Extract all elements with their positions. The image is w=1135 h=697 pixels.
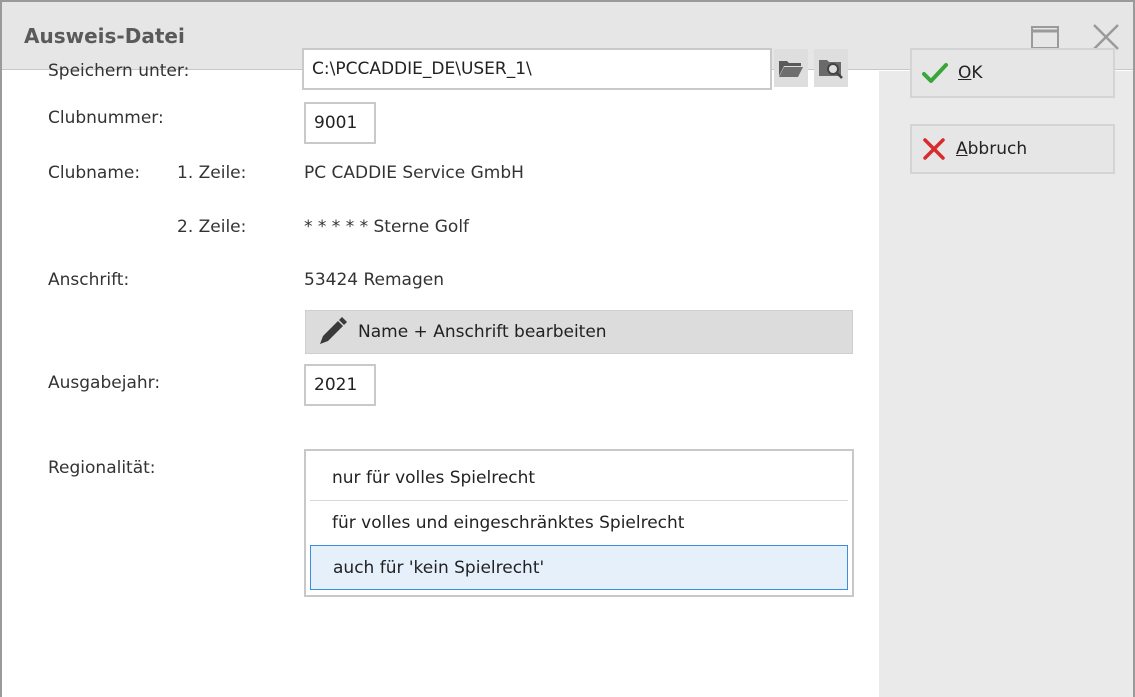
save-path-value: C:\PCCADDIE_DE\USER_1\ bbox=[312, 59, 532, 79]
check-icon bbox=[922, 63, 948, 83]
cancel-button-label: Abbruch bbox=[956, 139, 1028, 159]
browse-folder-button[interactable] bbox=[774, 49, 808, 87]
line2-value: * * * * * Sterne Golf bbox=[304, 217, 470, 237]
region-option-label: für volles und eingeschränktes Spielrech… bbox=[332, 513, 685, 533]
window-title: Ausweis-Datei bbox=[24, 24, 185, 48]
region-option-selected[interactable]: auch für 'kein Spielrecht' bbox=[310, 545, 848, 590]
address-value: 53424 Remagen bbox=[304, 270, 444, 290]
line2-label: 2. Zeile: bbox=[177, 217, 247, 237]
pencil-icon bbox=[320, 317, 347, 344]
cross-icon bbox=[923, 138, 945, 160]
region-label: Regionalität: bbox=[48, 458, 156, 478]
edit-button-label: Name + Anschrift bearbeiten bbox=[358, 322, 607, 342]
clubnumber-label: Clubnummer: bbox=[48, 108, 164, 128]
region-option[interactable]: für volles und eingeschränktes Spielrech… bbox=[310, 500, 848, 545]
search-folder-button[interactable] bbox=[814, 49, 848, 87]
cancel-button[interactable]: Abbruch bbox=[910, 124, 1115, 174]
folder-search-icon bbox=[819, 60, 843, 79]
save-path-input[interactable]: C:\PCCADDIE_DE\USER_1\ bbox=[302, 48, 772, 90]
region-option-label: auch für 'kein Spielrecht' bbox=[333, 557, 545, 578]
address-label: Anschrift: bbox=[48, 270, 130, 290]
year-input[interactable]: 2021 bbox=[304, 364, 376, 406]
ok-button[interactable]: OK bbox=[910, 48, 1115, 98]
line1-label: 1. Zeile: bbox=[177, 163, 247, 183]
year-label: Ausgabejahr: bbox=[48, 373, 161, 393]
edit-name-address-button[interactable]: Name + Anschrift bearbeiten bbox=[305, 310, 853, 354]
line1-value: PC CADDIE Service GmbH bbox=[304, 163, 524, 183]
save-path-label: Speichern unter: bbox=[48, 61, 190, 81]
dialog-window: Ausweis-Datei Speichern unter: C:\PCCADD… bbox=[0, 0, 1135, 697]
region-listbox[interactable]: nur für volles Spielrecht für volles und… bbox=[304, 449, 854, 597]
clubnumber-input[interactable]: 9001 bbox=[304, 102, 376, 144]
year-value: 2021 bbox=[314, 375, 358, 395]
folder-open-icon bbox=[779, 61, 803, 77]
ok-button-label: OK bbox=[958, 63, 983, 83]
clubnumber-value: 9001 bbox=[314, 113, 358, 133]
clubname-label: Clubname: bbox=[48, 163, 141, 183]
region-option[interactable]: nur für volles Spielrecht bbox=[310, 455, 848, 500]
region-option-label: nur für volles Spielrecht bbox=[332, 467, 536, 488]
